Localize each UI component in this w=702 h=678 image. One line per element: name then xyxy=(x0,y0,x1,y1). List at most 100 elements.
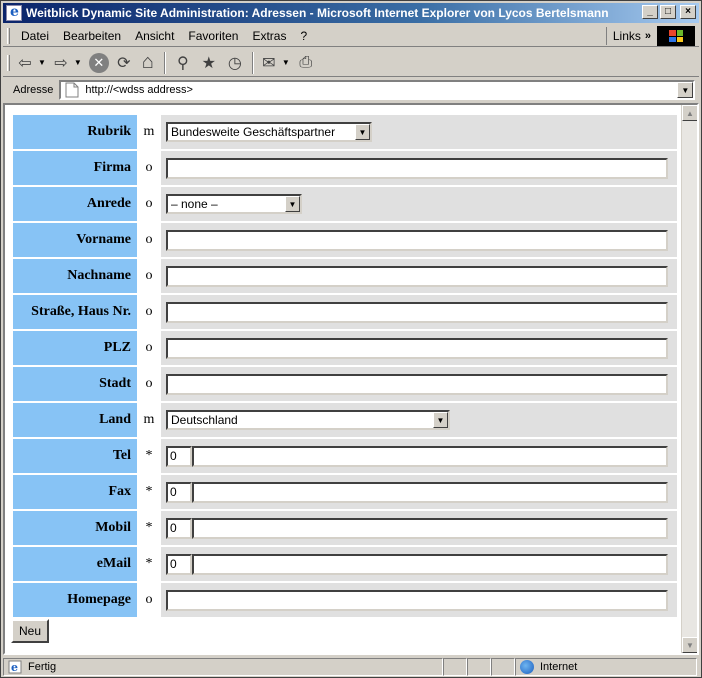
standard-toolbar: ⇦ ▼ ⇨ ▼ ✕ ⟳ ⌂ ⚲ ★ ◷ ✉ ▼ ⎙ xyxy=(3,49,699,77)
form-row-land: Land m Deutschland ▼ xyxy=(13,403,677,437)
menu-grip xyxy=(7,27,10,44)
strasse-input[interactable] xyxy=(166,301,668,323)
status-text: Fertig xyxy=(28,661,57,673)
form-row-firma: Firma o xyxy=(13,151,677,185)
vertical-scrollbar[interactable]: ▲ ▼ xyxy=(681,105,697,653)
scroll-up-icon[interactable]: ▲ xyxy=(682,105,697,121)
menu-datei[interactable]: Datei xyxy=(14,29,56,43)
address-form: Rubrik m Bundesweite Geschäftspartner ▼ … xyxy=(13,115,677,619)
field-flag: o xyxy=(145,232,153,247)
field-flag: o xyxy=(145,340,153,355)
address-url[interactable]: http://<wdss address> xyxy=(85,84,193,96)
maximize-button[interactable]: □ xyxy=(660,5,676,19)
favorites-icon[interactable]: ★ xyxy=(196,51,222,75)
tel-prefix-input[interactable]: 0 xyxy=(166,445,192,467)
refresh-icon[interactable]: ⟳ xyxy=(112,51,136,75)
print-icon[interactable]: ⎙ xyxy=(294,51,318,75)
form-label: Tel xyxy=(13,439,137,473)
field-flag: * xyxy=(145,484,153,499)
land-select[interactable]: Deutschland ▼ xyxy=(166,410,450,430)
close-button[interactable]: × xyxy=(680,5,696,19)
menu-bearbeiten[interactable]: Bearbeiten xyxy=(56,29,128,43)
new-button[interactable]: Neu xyxy=(11,619,49,643)
mail-icon[interactable]: ✉ xyxy=(258,51,280,75)
menu-bar: Datei Bearbeiten Ansicht Favoriten Extra… xyxy=(3,25,699,47)
field-flag: * xyxy=(145,520,153,535)
status-pane-empty xyxy=(443,658,467,676)
fax-input[interactable] xyxy=(192,481,668,503)
mobil-prefix-input[interactable]: 0 xyxy=(166,517,192,539)
rubrik-select[interactable]: Bundesweite Geschäftspartner ▼ xyxy=(166,122,372,142)
form-row-rubrik: Rubrik m Bundesweite Geschäftspartner ▼ xyxy=(13,115,677,149)
window-controls: _ □ × xyxy=(642,5,696,19)
zone-text: Internet xyxy=(540,661,578,673)
minimize-button[interactable]: _ xyxy=(642,5,658,19)
field-flag: m xyxy=(143,412,155,427)
stop-icon[interactable]: ✕ xyxy=(88,52,109,73)
search-icon[interactable]: ⚲ xyxy=(170,51,196,75)
nachname-input[interactable] xyxy=(166,265,668,287)
zone-pane: Internet xyxy=(515,658,697,676)
form-row-homepage: Homepage o xyxy=(13,583,677,617)
form-row-stadt: Stadt o xyxy=(13,367,677,401)
chevron-down-icon[interactable]: ▼ xyxy=(285,196,300,212)
menu-favoriten[interactable]: Favoriten xyxy=(181,29,245,43)
back-icon[interactable]: ⇦ xyxy=(14,51,36,75)
form-label: Vorname xyxy=(13,223,137,257)
ie-icon xyxy=(6,4,22,21)
scroll-down-icon[interactable]: ▼ xyxy=(682,637,697,653)
firma-input[interactable] xyxy=(166,157,668,179)
form-row-tel: Tel * 0 xyxy=(13,439,677,473)
mail-dropdown-icon[interactable]: ▼ xyxy=(282,58,290,67)
fax-prefix-input[interactable]: 0 xyxy=(166,481,192,503)
email-prefix-input[interactable]: 0 xyxy=(166,553,192,575)
select-value: – none – xyxy=(171,197,218,211)
form-row-nachname: Nachname o xyxy=(13,259,677,293)
field-flag: m xyxy=(143,124,155,139)
field-flag: o xyxy=(145,196,153,211)
email-input[interactable] xyxy=(192,553,668,575)
home-icon[interactable]: ⌂ xyxy=(136,51,160,75)
tel-input[interactable] xyxy=(192,445,668,467)
form-row-mobil: Mobil * 0 xyxy=(13,511,677,545)
links-chevron-icon[interactable]: » xyxy=(645,30,651,42)
ie-page-icon: e xyxy=(8,660,22,674)
field-flag: * xyxy=(145,556,153,571)
links-toolbar[interactable]: Links » xyxy=(605,27,651,45)
window-title: Weitblick Dynamic Site Administration: A… xyxy=(26,6,609,20)
links-label: Links xyxy=(612,29,641,43)
chevron-down-icon[interactable]: ▼ xyxy=(355,124,370,140)
mobil-input[interactable] xyxy=(192,517,668,539)
address-input[interactable]: http://<wdss address> ▼ xyxy=(59,80,696,100)
forward-dropdown-icon[interactable]: ▼ xyxy=(74,58,82,67)
status-text-pane: e Fertig xyxy=(3,658,443,676)
page-icon xyxy=(65,82,79,98)
status-bar: e Fertig Internet xyxy=(3,657,699,677)
back-dropdown-icon[interactable]: ▼ xyxy=(38,58,46,67)
form-row-anrede: Anrede o – none – ▼ xyxy=(13,187,677,221)
stadt-input[interactable] xyxy=(166,373,668,395)
history-icon[interactable]: ◷ xyxy=(222,51,248,75)
title-bar: Weitblick Dynamic Site Administration: A… xyxy=(3,3,699,23)
vorname-input[interactable] xyxy=(166,229,668,251)
address-dropdown-icon[interactable]: ▼ xyxy=(677,82,694,98)
address-label: Adresse xyxy=(13,84,54,96)
homepage-input[interactable] xyxy=(166,589,668,611)
select-value: Deutschland xyxy=(171,413,238,427)
menu-ansicht[interactable]: Ansicht xyxy=(128,29,181,43)
form-label: Mobil xyxy=(13,511,137,545)
forward-icon[interactable]: ⇨ xyxy=(50,51,72,75)
anrede-select[interactable]: – none – ▼ xyxy=(166,194,302,214)
plz-input[interactable] xyxy=(166,337,668,359)
form-label: Anrede xyxy=(13,187,137,221)
chevron-down-icon[interactable]: ▼ xyxy=(433,412,448,428)
address-bar: Adresse http://<wdss address> ▼ xyxy=(3,79,699,101)
form-row-fax: Fax * 0 xyxy=(13,475,677,509)
globe-icon xyxy=(520,660,534,674)
svg-text:e: e xyxy=(11,661,18,674)
menu-extras[interactable]: Extras xyxy=(245,29,293,43)
browser-window: Weitblick Dynamic Site Administration: A… xyxy=(0,0,702,678)
menu-help[interactable]: ? xyxy=(293,29,314,43)
select-value: Bundesweite Geschäftspartner xyxy=(171,125,336,139)
field-flag: o xyxy=(145,376,153,391)
